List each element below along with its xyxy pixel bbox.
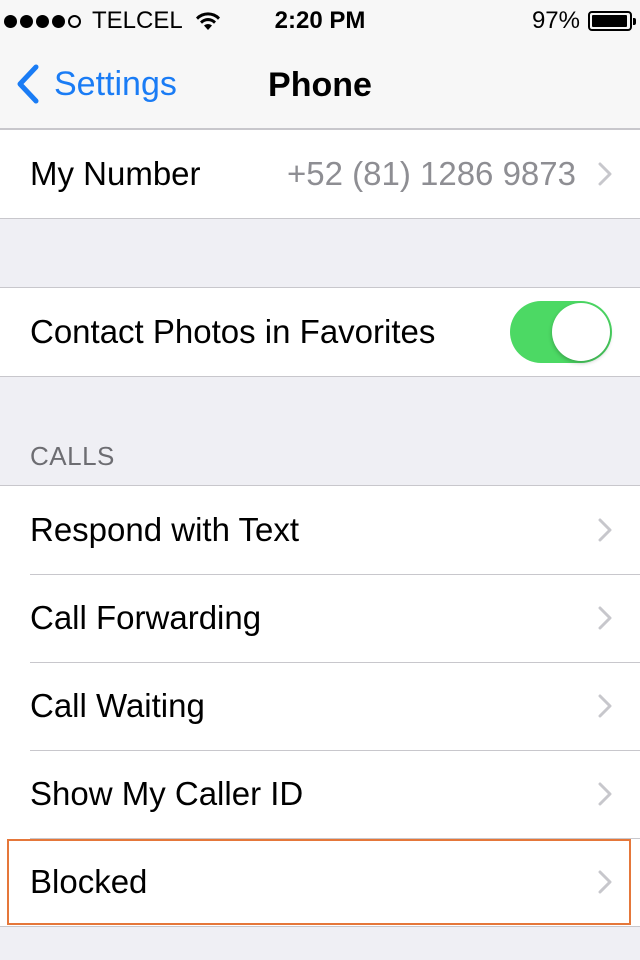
my-number-label: My Number: [30, 155, 201, 192]
chevron-right-icon: [598, 518, 612, 542]
status-right: 97%: [531, 7, 636, 35]
blocked-row[interactable]: Blocked: [0, 838, 640, 926]
blocked-label: Blocked: [30, 863, 148, 900]
call-forwarding-label: Call Forwarding: [30, 599, 262, 636]
page-title: Phone: [268, 66, 372, 104]
respond-with-text-row[interactable]: Respond with Text: [0, 486, 640, 574]
navigation-bar: Settings Phone: [0, 40, 640, 129]
contact-photos-row: Contact Photos in Favorites: [0, 288, 640, 376]
contact-photos-toggle[interactable]: [510, 301, 612, 363]
my-number-row[interactable]: My Number +52 (81) 1286 9873: [0, 130, 640, 218]
battery-percent: 97%: [531, 7, 580, 34]
battery-icon: [588, 11, 636, 31]
calls-group: Respond with Text Call Forwarding Call W…: [0, 485, 640, 927]
call-waiting-label: Call Waiting: [30, 687, 205, 724]
contact-photos-group: Contact Photos in Favorites: [0, 287, 640, 377]
show-my-caller-id-label: Show My Caller ID: [30, 775, 304, 812]
call-waiting-row[interactable]: Call Waiting: [0, 662, 640, 750]
call-forwarding-row[interactable]: Call Forwarding: [0, 574, 640, 662]
my-number-group: My Number +52 (81) 1286 9873: [0, 129, 640, 219]
chevron-right-icon: [598, 870, 612, 894]
status-bar: TELCEL 2:20 PM 97%: [0, 0, 640, 40]
respond-with-text-label: Respond with Text: [30, 511, 300, 548]
chevron-right-icon: [598, 782, 612, 806]
chevron-right-icon: [598, 694, 612, 718]
calls-section-header: CALLS: [30, 441, 115, 471]
toggle-knob: [552, 303, 610, 361]
chevron-right-icon: [598, 606, 612, 630]
my-number-value: +52 (81) 1286 9873: [287, 155, 576, 192]
battery-level: [592, 15, 627, 27]
chevron-right-icon: [598, 162, 612, 186]
contact-photos-label: Contact Photos in Favorites: [30, 313, 436, 350]
show-my-caller-id-row[interactable]: Show My Caller ID: [0, 750, 640, 838]
